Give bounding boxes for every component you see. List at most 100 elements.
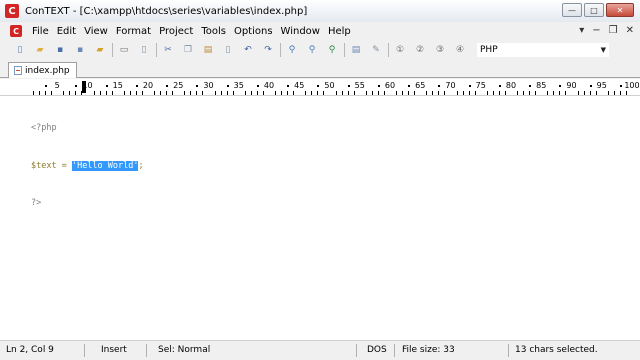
ruler-label: 55 [354, 81, 365, 90]
file-properties-button[interactable]: ▤ [348, 42, 364, 58]
tab-index-php[interactable]: index.php [8, 62, 77, 78]
ruler-dot [287, 85, 290, 87]
user-command-2-button[interactable]: ② [412, 42, 428, 58]
status-divider [84, 344, 85, 357]
save-all-button[interactable]: ▪ [72, 42, 88, 58]
menu-tools[interactable]: Tools [197, 26, 230, 37]
ruler-dot [377, 85, 380, 87]
delete-button[interactable]: ▯ [220, 42, 236, 58]
close-button[interactable]: ✕ [606, 3, 634, 17]
status-bar: Ln 2, Col 9 Insert Sel: Normal DOS File … [0, 340, 640, 360]
ruler-tick [93, 91, 95, 95]
print-button[interactable]: ▭ [116, 42, 132, 58]
ruler-tick [371, 91, 373, 95]
open-project-button[interactable]: ▰ [92, 42, 108, 58]
ruler-tick [607, 91, 609, 95]
user-command-4-button[interactable]: ④ [452, 42, 468, 58]
ruler-tick [402, 91, 404, 95]
user-command-4-icon: ④ [455, 45, 465, 55]
ruler-dot [408, 85, 411, 87]
ruler-tick [281, 91, 283, 95]
main-toolbar: ▯ ▰ ▪ ▪ ▰ ▭ ▯ ✂ ❐ ▤ ▯ ↶ ↷ ⚲ ⚲ ⚲ ▤ ✎ ① ② ③ ④ PHP ▼ [0, 40, 640, 60]
ruler-tick [262, 91, 264, 95]
status-divider [146, 344, 147, 357]
menu-bar: C File Edit View Format Project Tools Op… [0, 22, 640, 40]
find-button[interactable]: ⚲ [284, 42, 300, 58]
language-select[interactable]: PHP ▼ [476, 42, 610, 58]
context-app-icon[interactable]: C [5, 4, 19, 18]
ruler-label: 70 [445, 81, 456, 90]
ruler-label: 90 [566, 81, 577, 90]
ruler-tick [123, 91, 125, 95]
redo-button[interactable]: ↷ [260, 42, 276, 58]
document-tab-strip: index.php [0, 60, 640, 78]
document-minimize-button[interactable]: − [592, 25, 600, 36]
tools-button[interactable]: ✎ [368, 42, 384, 58]
selected-string-literal: 'Hello World' [71, 160, 139, 171]
user-command-1-button[interactable]: ① [392, 42, 408, 58]
ruler-label: 65 [415, 81, 426, 90]
user-command-3-button[interactable]: ③ [432, 42, 448, 58]
file-size: File size: 33 [402, 345, 455, 355]
ruler-tick [577, 91, 579, 95]
menu-file[interactable]: File [28, 26, 53, 37]
menu-format[interactable]: Format [112, 26, 155, 37]
ruler-tick [396, 91, 398, 95]
minimize-button[interactable]: — [562, 3, 582, 17]
chevron-down-icon[interactable]: ▼ [601, 46, 606, 54]
ruler-dot [438, 85, 441, 87]
title-bar[interactable]: C ConTEXT - [C:\xampp\htdocs\series\vari… [0, 0, 640, 22]
code-editor[interactable]: <?php $text = 'Hello World'; ?> [0, 96, 640, 340]
document-menu-icon[interactable]: C [10, 25, 22, 37]
status-divider [356, 344, 357, 357]
ruler-tick [232, 91, 234, 95]
menu-project[interactable]: Project [155, 26, 197, 37]
ruler-dot [45, 85, 48, 87]
document-restore-button[interactable]: ❐ [609, 25, 618, 36]
menu-options[interactable]: Options [230, 26, 277, 37]
menu-window[interactable]: Window [277, 26, 324, 37]
maximize-button[interactable]: □ [584, 3, 604, 17]
new-file-icon: ▯ [17, 45, 23, 55]
document-window-controls: ▾ − ❐ ✕ [579, 25, 634, 36]
find-next-button[interactable]: ⚲ [304, 42, 320, 58]
menu-edit[interactable]: Edit [53, 26, 80, 37]
ruler-label: 50 [324, 81, 335, 90]
paste-icon: ▤ [203, 45, 213, 55]
ruler-tick [498, 91, 500, 95]
save-button[interactable]: ▪ [52, 42, 68, 58]
open-folder-button[interactable]: ▰ [32, 42, 48, 58]
ruler-tick [75, 91, 77, 95]
ruler-tick [583, 91, 585, 95]
ruler-label: 30 [203, 81, 214, 90]
menu-help[interactable]: Help [324, 26, 355, 37]
ruler-tick [45, 91, 47, 95]
ruler-tick [504, 91, 506, 95]
menu-view[interactable]: View [80, 26, 112, 37]
ruler-tick [154, 91, 156, 95]
php-file-icon [14, 66, 22, 75]
user-command-1-icon: ① [395, 45, 405, 55]
variable-token: $text [31, 160, 57, 171]
cut-button[interactable]: ✂ [160, 42, 176, 58]
paste-button[interactable]: ▤ [200, 42, 216, 58]
ruler-tick [619, 91, 621, 95]
ruler-tick [275, 91, 277, 95]
document-dropdown-icon[interactable]: ▾ [579, 25, 584, 36]
ruler-tick [523, 91, 525, 95]
print-preview-button[interactable]: ▯ [136, 42, 152, 58]
ruler-tick [51, 91, 53, 95]
new-file-button[interactable]: ▯ [12, 42, 28, 58]
code-line-3: ?> [31, 197, 144, 210]
language-select-value: PHP [480, 45, 498, 55]
replace-button[interactable]: ⚲ [324, 42, 340, 58]
semicolon-token: ; [138, 160, 144, 171]
open-folder-icon: ▰ [36, 45, 44, 55]
ruler-dot [256, 85, 259, 87]
copy-button[interactable]: ❐ [180, 42, 196, 58]
document-close-button[interactable]: ✕ [626, 25, 634, 36]
ruler-tick [81, 91, 83, 95]
code-area[interactable]: <?php $text = 'Hello World'; ?> [31, 97, 144, 235]
selection-mode: Sel: Normal [158, 345, 211, 355]
undo-button[interactable]: ↶ [240, 42, 256, 58]
